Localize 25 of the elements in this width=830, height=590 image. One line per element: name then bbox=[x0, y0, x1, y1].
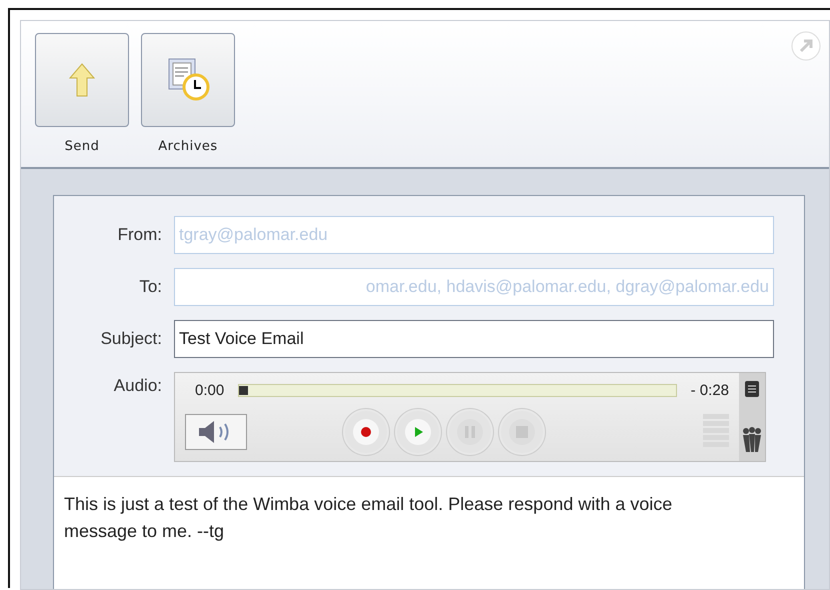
pause-icon bbox=[455, 417, 485, 447]
toolbar-label: Archives bbox=[158, 139, 218, 154]
remaining-time: - 0:28 bbox=[690, 382, 729, 398]
play-icon bbox=[403, 417, 433, 447]
input-field[interactable]: Test Voice Email bbox=[174, 320, 774, 358]
progress-track[interactable] bbox=[238, 384, 677, 396]
message-body[interactable]: This is just a test of the Wimba voice email tool. Please respond with a voice message to me. --tg bbox=[54, 476, 804, 589]
menu-icon[interactable] bbox=[745, 381, 759, 397]
progress-thumb[interactable] bbox=[239, 386, 248, 394]
record-button[interactable] bbox=[343, 409, 389, 455]
record-icon bbox=[351, 417, 381, 447]
elapsed-time: 0:00 bbox=[195, 382, 224, 398]
field-label: From: bbox=[116, 225, 162, 245]
archives-button[interactable] bbox=[141, 33, 235, 127]
field-label: Audio: bbox=[112, 375, 162, 396]
toolbar-label: Send bbox=[64, 139, 100, 154]
play-button[interactable] bbox=[395, 409, 441, 455]
stop-icon bbox=[507, 417, 537, 447]
people-icon bbox=[742, 427, 762, 453]
volume-button[interactable] bbox=[185, 414, 247, 450]
send-button[interactable] bbox=[35, 33, 129, 127]
up-arrow-icon bbox=[69, 63, 95, 97]
field-label: Subject: bbox=[100, 329, 162, 349]
field-label: To: bbox=[138, 277, 162, 297]
pop-out-icon[interactable] bbox=[791, 31, 821, 61]
